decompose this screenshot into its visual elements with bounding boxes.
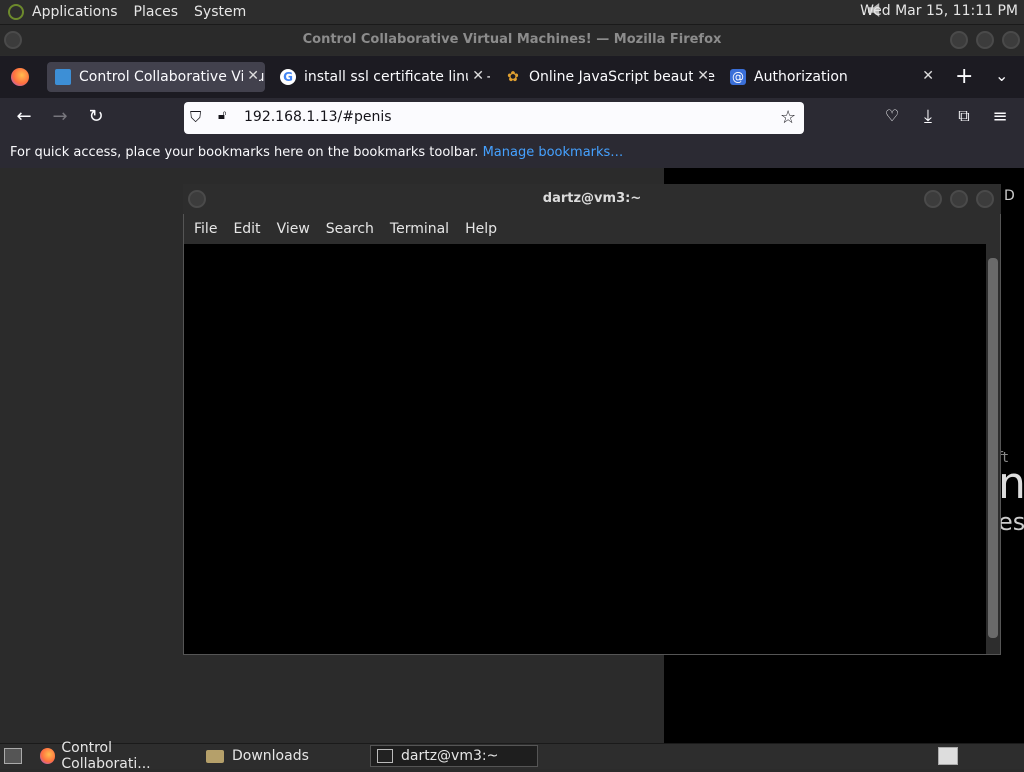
terminal-icon <box>377 749 393 763</box>
terminal-minimize-button[interactable] <box>924 190 942 208</box>
tab-js-beautifier[interactable]: ✿ Online JavaScript beautifier ✕ <box>497 62 715 92</box>
hamburger-menu-icon[interactable]: ≡ <box>988 106 1012 127</box>
shield-icon[interactable]: ⛉ <box>190 108 208 126</box>
fragment-n: n <box>998 458 1024 509</box>
close-tab-icon[interactable]: ✕ <box>468 68 484 84</box>
terminal-scroll-thumb[interactable] <box>988 258 998 638</box>
taskbar-downloads[interactable]: Downloads <box>204 745 368 767</box>
close-tab-icon[interactable]: ✕ <box>918 68 934 84</box>
insecure-lock-icon[interactable]: 🔓︎ <box>218 108 236 126</box>
folder-icon <box>206 749 224 763</box>
reload-icon[interactable]: ↻ <box>84 106 108 127</box>
tab-label: Authorization <box>754 69 848 85</box>
extensions-puzzle-icon[interactable]: ⧉ <box>952 106 976 126</box>
terminal-window-menu-button[interactable] <box>188 190 206 208</box>
new-tab-plus-icon[interactable]: + <box>955 64 973 89</box>
list-tabs-chevron-icon[interactable]: ⌄ <box>995 66 1008 85</box>
bookmark-star-icon[interactable]: ☆ <box>780 107 796 128</box>
google-icon: G <box>280 69 296 85</box>
back-arrow-icon[interactable]: ← <box>12 106 36 127</box>
tab-label: Online JavaScript beautifier <box>529 69 715 85</box>
maximize-button[interactable] <box>976 31 994 49</box>
tab-control-collaborative[interactable]: Control Collaborative Virtual ✕ <box>47 62 265 92</box>
menu-system[interactable]: System <box>194 4 246 20</box>
firefox-window-title: Control Collaborative Virtual Machines! … <box>0 25 1024 55</box>
show-desktop-icon[interactable] <box>4 748 22 764</box>
beautifier-icon: ✿ <box>507 69 519 85</box>
menu-applications[interactable]: Applications <box>32 4 118 20</box>
taskbar-label: Control Collaborati... <box>61 740 151 772</box>
firefox-icon <box>40 748 56 764</box>
fragment-d: D <box>1004 188 1015 204</box>
terminal-menu-edit[interactable]: Edit <box>233 221 260 237</box>
window-menu-button[interactable] <box>4 31 22 49</box>
taskbar-label: dartz@vm3:~ <box>401 748 499 764</box>
terminal-title: dartz@vm3:~ <box>183 184 1001 214</box>
tab-bar: Control Collaborative Virtual ✕ G instal… <box>0 56 1024 98</box>
menu-places[interactable]: Places <box>134 4 179 20</box>
close-window-button[interactable] <box>1002 31 1020 49</box>
forward-arrow-icon[interactable]: → <box>48 106 72 127</box>
bookmarks-hint: For quick access, place your bookmarks h… <box>10 145 479 160</box>
terminal-menu-search[interactable]: Search <box>326 221 374 237</box>
tab-authorization[interactable]: @ Authorization ✕ <box>722 62 940 92</box>
close-tab-icon[interactable]: ✕ <box>243 68 259 84</box>
downloads-arrow-icon[interactable]: ⤓ <box>916 106 940 127</box>
terminal-menu-view[interactable]: View <box>277 221 310 237</box>
taskbar-firefox[interactable]: Control Collaborati... <box>36 740 200 772</box>
fragment-es: es <box>998 508 1024 536</box>
terminal-menu-file[interactable]: File <box>194 221 217 237</box>
terminal-close-button[interactable] <box>976 190 994 208</box>
terminal-menu-terminal[interactable]: Terminal <box>390 221 449 237</box>
terminal-menu-help[interactable]: Help <box>465 221 497 237</box>
taskbar-label: Downloads <box>232 748 309 764</box>
url-text[interactable]: 192.168.1.13/#penis <box>244 109 392 125</box>
workspace-switcher-icon[interactable] <box>938 747 958 765</box>
clock[interactable]: Wed Mar 15, 11:11 PM <box>860 3 1018 19</box>
top-panel: Applications Places System Wed Mar 15, 1… <box>0 0 1024 25</box>
tab-install-ssl[interactable]: G install ssl certificate linux - G ✕ <box>272 62 490 92</box>
terminal-menubar: File Edit View Search Terminal Help <box>184 214 1000 244</box>
pocket-icon[interactable]: ♡ <box>880 106 904 125</box>
bottom-panel: Control Collaborati... Downloads dartz@v… <box>0 740 1024 772</box>
distro-logo-icon[interactable] <box>8 4 24 20</box>
minimize-button[interactable] <box>950 31 968 49</box>
terminal-maximize-button[interactable] <box>950 190 968 208</box>
firefox-view-icon[interactable] <box>11 68 29 86</box>
taskbar-terminal[interactable]: dartz@vm3:~ <box>370 745 538 767</box>
bookmarks-toolbar: For quick access, place your bookmarks h… <box>0 138 1024 168</box>
monitor-icon <box>55 69 71 85</box>
tab-label: install ssl certificate linux - G <box>304 69 490 85</box>
tab-label: Control Collaborative Virtual <box>79 69 265 85</box>
terminal-body[interactable] <box>185 244 985 654</box>
close-tab-icon[interactable]: ✕ <box>693 68 709 84</box>
at-sign-icon: @ <box>730 69 746 85</box>
manage-bookmarks-link[interactable]: Manage bookmarks… <box>483 145 624 160</box>
